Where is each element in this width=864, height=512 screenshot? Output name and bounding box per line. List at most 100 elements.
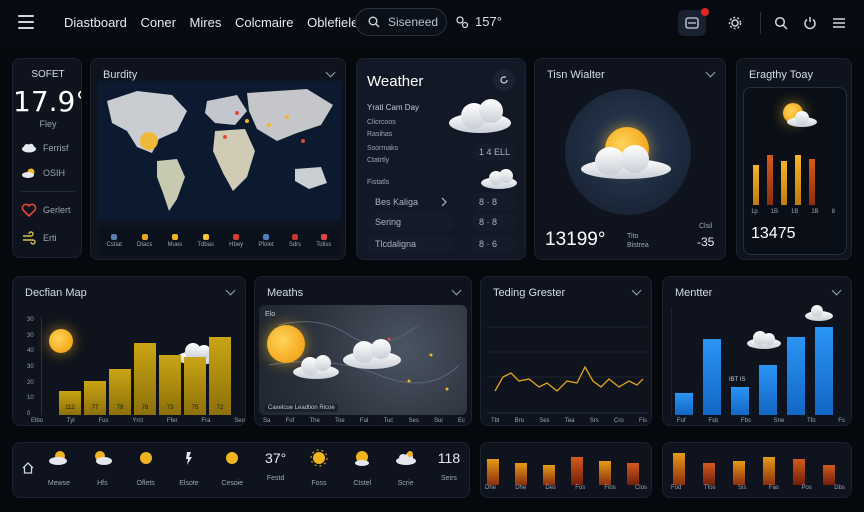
- legend-item[interactable]: Sdrs: [289, 234, 301, 248]
- weather-card: Weather Yrati Cam Day Clicrcoos Rasihas …: [356, 58, 526, 260]
- power-button[interactable]: [797, 10, 823, 36]
- legend-item[interactable]: Hbey: [229, 234, 243, 248]
- settings-button[interactable]: [722, 10, 748, 36]
- daily-bar-label: 1B: [791, 209, 799, 215]
- nav-colcmaire[interactable]: Colcmaire: [235, 15, 294, 30]
- forecast-item[interactable]: Elsote: [169, 449, 209, 487]
- x-tick: Tea: [564, 418, 575, 424]
- bar[interactable]: [627, 463, 639, 485]
- forecast-item[interactable]: 37° Festd: [256, 449, 296, 487]
- wind-icon: [23, 231, 36, 245]
- legend-item[interactable]: Toliss: [316, 234, 331, 248]
- forecast-item[interactable]: Hfs: [82, 449, 122, 487]
- chevron-down-icon[interactable]: [327, 69, 335, 77]
- forecast-item[interactable]: Oflets: [126, 449, 166, 487]
- legend-swatch: [291, 234, 298, 240]
- bar[interactable]: [571, 457, 583, 485]
- nav-coner[interactable]: Coner: [141, 15, 176, 30]
- bar[interactable]: [515, 463, 527, 485]
- daily-bar[interactable]: [753, 165, 759, 205]
- daily-bar[interactable]: [795, 155, 801, 205]
- trend-line-chart[interactable]: [487, 307, 647, 417]
- search-box[interactable]: Siseneed: [355, 8, 447, 36]
- forecast-item[interactable]: 118 Seirs: [429, 449, 469, 487]
- daily-bar[interactable]: [767, 155, 773, 205]
- inbox-button[interactable]: [678, 8, 709, 36]
- daily-bar[interactable]: [781, 161, 787, 205]
- bar[interactable]: [673, 453, 685, 485]
- weather-select-label[interactable]: Tlcdaligna: [367, 235, 455, 253]
- x-tick: Sne: [773, 418, 785, 424]
- bar[interactable]: [787, 337, 805, 415]
- bar[interactable]: 73: [159, 355, 181, 415]
- bottom-bars: [487, 451, 647, 485]
- chevron-down-icon[interactable]: [707, 69, 715, 77]
- x-tick: Seo: [234, 418, 245, 424]
- mentor-card: Mentter IBT IS Fof Fsb Fbs Sne Tfo Fs: [662, 276, 852, 426]
- weather-select-value[interactable]: 8 · 8: [471, 213, 517, 231]
- current-item[interactable]: OSIH: [21, 167, 65, 179]
- legend-item[interactable]: Mues: [168, 234, 182, 248]
- refresh-icon: [500, 76, 508, 84]
- bar[interactable]: 75: [184, 357, 206, 415]
- bar[interactable]: [759, 365, 777, 415]
- weather-select-label[interactable]: Sering: [367, 213, 455, 231]
- bar[interactable]: [763, 457, 775, 485]
- current-item[interactable]: Ferrisf: [21, 143, 69, 153]
- bar[interactable]: [703, 339, 721, 415]
- world-map[interactable]: [97, 81, 341, 221]
- cloud-icon: [805, 305, 833, 321]
- weather-pill[interactable]: 1 4 ELL: [471, 143, 515, 161]
- bar[interactable]: 112: [59, 391, 81, 415]
- bar[interactable]: [543, 465, 555, 485]
- current-divider: [21, 191, 75, 192]
- bar[interactable]: 77: [84, 381, 106, 415]
- temperature-chip[interactable]: 157°: [455, 14, 502, 29]
- twin-weather-card: Tisn Wialter 13199° Tito Bistrea Clsil -…: [534, 58, 726, 260]
- bar[interactable]: [793, 459, 805, 485]
- forecast-item[interactable]: Cesoie: [212, 449, 252, 487]
- current-item[interactable]: Erti: [21, 231, 57, 245]
- bar[interactable]: [599, 461, 611, 485]
- forecast-home[interactable]: [21, 461, 35, 480]
- legend-item[interactable]: Cstiat: [107, 234, 122, 248]
- bar[interactable]: [823, 465, 835, 485]
- bar[interactable]: [703, 463, 715, 485]
- nav-mires[interactable]: Mires: [190, 15, 222, 30]
- daily-bar[interactable]: [809, 159, 815, 205]
- bar[interactable]: 72: [209, 337, 231, 415]
- bar[interactable]: [731, 387, 749, 415]
- sun-icon: [139, 452, 152, 464]
- chevron-down-icon[interactable]: [833, 287, 841, 295]
- bar[interactable]: [487, 459, 499, 485]
- chevron-down-icon[interactable]: [227, 287, 235, 295]
- bar[interactable]: 78: [134, 343, 156, 415]
- legend-item[interactable]: Tdbas: [197, 234, 214, 248]
- bar[interactable]: [675, 393, 693, 415]
- current-item[interactable]: Gerlert: [21, 203, 71, 217]
- x-tick: Sa: [263, 418, 271, 424]
- chevron-down-icon[interactable]: [453, 287, 461, 295]
- nav-dashboard[interactable]: Diastboard: [64, 15, 127, 30]
- search-button[interactable]: [768, 10, 794, 36]
- forecast-item[interactable]: Mewse: [39, 449, 79, 487]
- bar[interactable]: 79: [109, 369, 131, 415]
- weather-select-value[interactable]: 8 · 8: [471, 193, 517, 211]
- more-menu-button[interactable]: [826, 10, 852, 36]
- heart-icon: [21, 203, 37, 217]
- hamburger-menu-icon[interactable]: [18, 15, 34, 29]
- chevron-right-icon[interactable]: [441, 197, 447, 207]
- twin-right-value: -35: [697, 235, 715, 249]
- forecast-item[interactable]: Foss: [299, 449, 339, 487]
- refresh-button[interactable]: [493, 69, 515, 91]
- chevron-down-icon[interactable]: [633, 287, 641, 295]
- bar[interactable]: [815, 327, 833, 415]
- forecast-label: Ctstel: [353, 480, 372, 487]
- x-tick: Fis: [638, 418, 647, 424]
- legend-item[interactable]: Pfolet: [258, 234, 274, 248]
- legend-item[interactable]: Dtacs: [137, 234, 152, 248]
- forecast-item[interactable]: Scrie: [386, 449, 426, 487]
- bar[interactable]: [733, 461, 745, 485]
- forecast-item[interactable]: Ctstel: [342, 449, 382, 487]
- weather-select-value[interactable]: 8 · 6: [471, 235, 517, 253]
